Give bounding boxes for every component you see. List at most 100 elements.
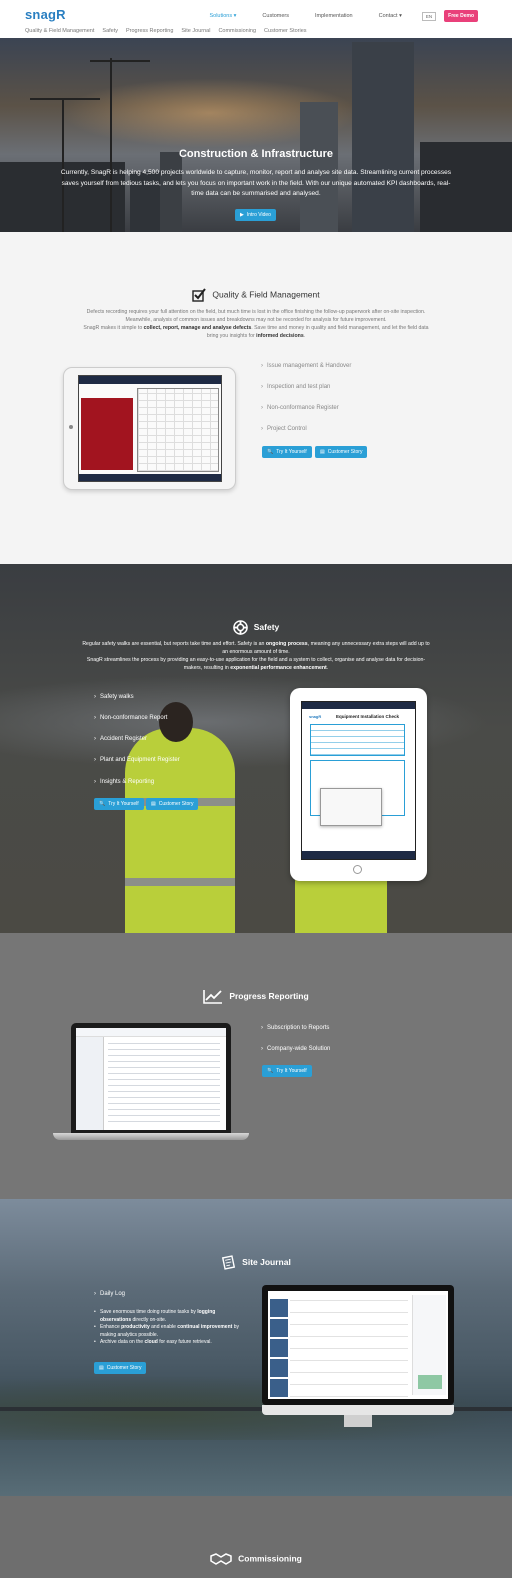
monitor-mockup [262, 1285, 454, 1405]
monitor-stand [344, 1415, 372, 1427]
quality-title: Quality & Field Management [0, 288, 512, 302]
progress-feature-item: › Subscription to Reports [261, 1025, 330, 1031]
floor-plan-screenshot [78, 375, 222, 482]
logo-text: snagR [25, 7, 66, 22]
skyscraper-image [352, 42, 414, 232]
chevron-right-icon: › [94, 757, 96, 763]
chevron-right-icon: › [261, 1025, 263, 1031]
safety-feature-item: › Safety walks [94, 694, 134, 700]
quality-section: Quality & Field Management Defects recor… [0, 232, 512, 564]
free-demo-button[interactable]: Free Demo [444, 10, 478, 22]
line-chart-icon [203, 990, 223, 1004]
safety-description: Regular safety walks are essential, but … [82, 641, 430, 671]
checkbox-icon [192, 288, 207, 302]
subnav-customer-stories[interactable]: Customer Stories [264, 28, 307, 34]
subnav-journal[interactable]: Site Journal [181, 28, 210, 34]
snagr-logo[interactable]: snagR [25, 7, 66, 22]
intro-video-button[interactable]: ▶ Intro Video [235, 209, 276, 221]
safety-title: Safety [0, 620, 512, 635]
aircraft-background [0, 672, 512, 772]
list-item: Enhance productivity and enable continua… [94, 1324, 244, 1339]
crane-image [30, 98, 100, 100]
quality-feature-item: › Inspection and test plan [261, 384, 331, 390]
document-icon: ▤ [320, 449, 325, 455]
journal-book-icon [222, 1255, 236, 1270]
journal-screenshot [268, 1291, 448, 1399]
customer-story-button[interactable]: ▤ Customer Story [315, 446, 368, 458]
try-it-yourself-button[interactable]: 🔍 Try It Yourself [262, 1065, 312, 1077]
hero-title: Construction & Infrastructure [178, 148, 333, 160]
progress-section: Progress Reporting › Subscription to Repo… [0, 933, 512, 1199]
document-icon: ▤ [151, 801, 156, 807]
quality-feature-item: › Project Control [261, 426, 307, 432]
monitor-chin [262, 1405, 454, 1415]
safety-feature-item: › Insights & Reporting [94, 779, 155, 785]
subnav-safety[interactable]: Safety [102, 28, 118, 34]
chevron-right-icon: › [94, 1291, 96, 1297]
quality-description: Defects recording requires your full att… [83, 309, 429, 339]
home-button [69, 425, 73, 429]
try-it-yourself-button[interactable]: 🔍 Try It Yourself [94, 798, 144, 810]
handshake-icon [210, 1553, 232, 1565]
hero-section: Construction & Infrastructure Currently,… [0, 38, 512, 232]
safety-feature-item: › Non-conformance Report [94, 715, 168, 721]
chevron-right-icon: › [261, 405, 263, 411]
tablet-mockup: snagR Equipment Installation Check [290, 688, 427, 881]
journal-benefits-list: Save enormous time doing routine tasks b… [94, 1309, 244, 1347]
document-icon: ▤ [99, 1365, 104, 1371]
chevron-right-icon: › [261, 426, 263, 432]
lifebuoy-icon [232, 620, 248, 635]
chevron-right-icon: › [261, 363, 263, 369]
journal-section: Site Journal ›Daily Log Save enormous ti… [0, 1199, 512, 1496]
subnav-commissioning[interactable]: Commissioning [218, 28, 256, 34]
tablet-logo: snagR [309, 714, 322, 719]
list-item: Save enormous time doing routine tasks b… [94, 1309, 244, 1324]
language-selector[interactable]: EN [421, 11, 437, 21]
equipment-check-screenshot: snagR Equipment Installation Check [301, 701, 416, 860]
commissioning-section: Commissioning [0, 1496, 512, 1578]
nav-customers[interactable]: Customers [262, 13, 289, 19]
safety-feature-item: › Plant and Equipment Register [94, 757, 180, 763]
chevron-right-icon: › [94, 779, 96, 785]
customer-story-button[interactable]: ▤ Customer Story [94, 1362, 147, 1374]
report-screenshot [76, 1028, 226, 1130]
subnav-progress[interactable]: Progress Reporting [126, 28, 173, 34]
date-picker [320, 788, 382, 826]
chevron-right-icon: › [94, 694, 96, 700]
journal-feature-item: › Daily Log [94, 1291, 126, 1297]
chevron-right-icon: › [261, 1046, 263, 1052]
nav-solutions[interactable]: Solutions ▾ [209, 13, 236, 19]
laptop-base [53, 1133, 249, 1140]
chevron-right-icon: › [94, 736, 96, 742]
tablet-mockup [63, 367, 236, 490]
list-item: Archive data on the cloud for easy futur… [94, 1339, 244, 1347]
chevron-down-icon: ▾ [233, 13, 237, 19]
building-image [300, 102, 338, 232]
progress-feature-item: › Company-wide Solution [261, 1046, 331, 1052]
home-button [353, 865, 362, 874]
site-header: snagR Solutions ▾ Customers Implementati… [0, 0, 512, 38]
safety-section: Safety Regular safety walks are essentia… [0, 564, 512, 933]
hero-description: Currently, SnagR is helping 4,500 projec… [60, 169, 452, 197]
try-it-yourself-button[interactable]: 🔍 Try It Yourself [262, 446, 312, 458]
play-icon: ▶ [240, 212, 244, 218]
search-icon: 🔍 [99, 801, 106, 807]
nav-contact[interactable]: Contact ▾ [379, 13, 402, 19]
laptop-mockup [71, 1023, 231, 1133]
tablet-document-title: Equipment Installation Check [336, 714, 400, 719]
search-icon: 🔍 [267, 1068, 274, 1074]
customer-story-button[interactable]: ▤ Customer Story [146, 798, 199, 810]
safety-feature-item: › Accident Register [94, 736, 148, 742]
journal-title: Site Journal [0, 1255, 512, 1270]
solutions-subnav: Quality & Field Management Safety Progre… [25, 28, 315, 34]
quality-feature-item: › Issue management & Handover [261, 363, 352, 369]
crane-image [90, 60, 150, 62]
nav-implementation[interactable]: Implementation [315, 13, 353, 19]
commissioning-title: Commissioning [0, 1552, 512, 1566]
chevron-down-icon: ▾ [399, 13, 402, 19]
subnav-quality[interactable]: Quality & Field Management [25, 28, 94, 34]
chevron-right-icon: › [94, 715, 96, 721]
crane-image [62, 98, 64, 232]
progress-title: Progress Reporting [0, 989, 512, 1004]
quality-feature-item: › Non-conformance Register [261, 405, 339, 411]
